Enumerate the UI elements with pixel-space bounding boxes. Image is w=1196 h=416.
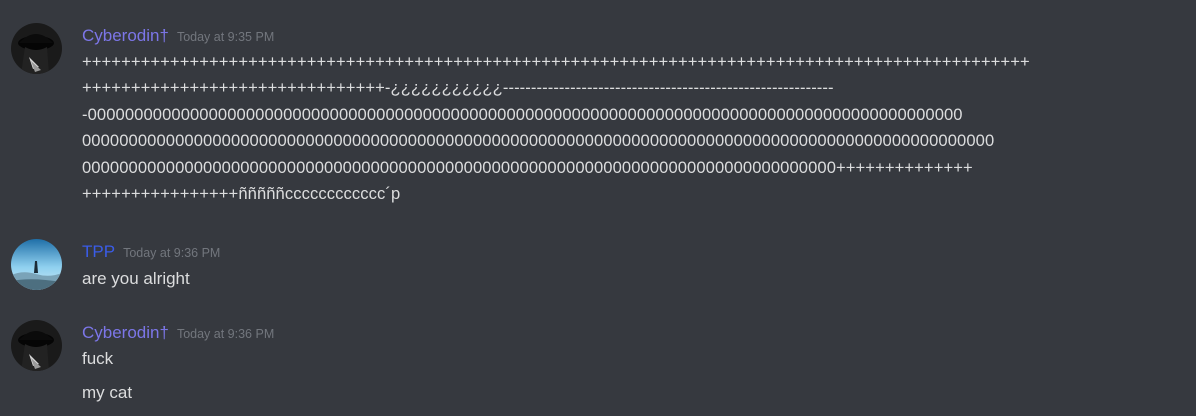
timestamp: Today at 9:36 PM <box>176 327 275 341</box>
message-header: Cyberodin† Today at 9:35 PM <box>82 26 274 47</box>
username[interactable]: TPP <box>82 242 115 261</box>
message-header: TPP Today at 9:36 PM <box>82 242 220 263</box>
message-content: are you alright <box>82 269 190 289</box>
message-content: fuck <box>82 349 113 369</box>
message-line: -000000000000000000000000000000000000000… <box>82 104 963 124</box>
landscape-sky-icon <box>11 239 62 290</box>
message-header: Cyberodin† Today at 9:36 PM <box>82 323 274 344</box>
message-line: are you alright <box>82 269 190 288</box>
dark-hooded-figure-icon <box>11 320 62 371</box>
message-line: my cat <box>82 383 133 402</box>
message-line: +++++++++++++++++++++++++++++++-¿¿¿¿¿¿¿¿… <box>82 78 834 98</box>
message-content: ++++++++++++++++++++++++++++++++++++++++… <box>82 49 1182 207</box>
avatar[interactable] <box>11 23 62 74</box>
message-line: ++++++++++++++++ñññññcccccccccccc´p <box>82 183 401 203</box>
avatar[interactable] <box>11 239 62 290</box>
message-line: 0000000000000000000000000000000000000000… <box>82 157 973 177</box>
timestamp: Today at 9:36 PM <box>123 246 221 260</box>
avatar[interactable] <box>11 320 62 371</box>
message-line: ++++++++++++++++++++++++++++++++++++++++… <box>82 52 1030 71</box>
timestamp: Today at 9:35 PM <box>176 30 275 44</box>
username[interactable]: Cyberodin† <box>82 26 169 45</box>
message-content: my cat <box>82 383 132 403</box>
message-line: 0000000000000000000000000000000000000000… <box>82 131 995 151</box>
dark-hooded-figure-icon <box>11 23 62 74</box>
username[interactable]: Cyberodin† <box>82 323 169 342</box>
message-line: fuck <box>82 349 114 368</box>
